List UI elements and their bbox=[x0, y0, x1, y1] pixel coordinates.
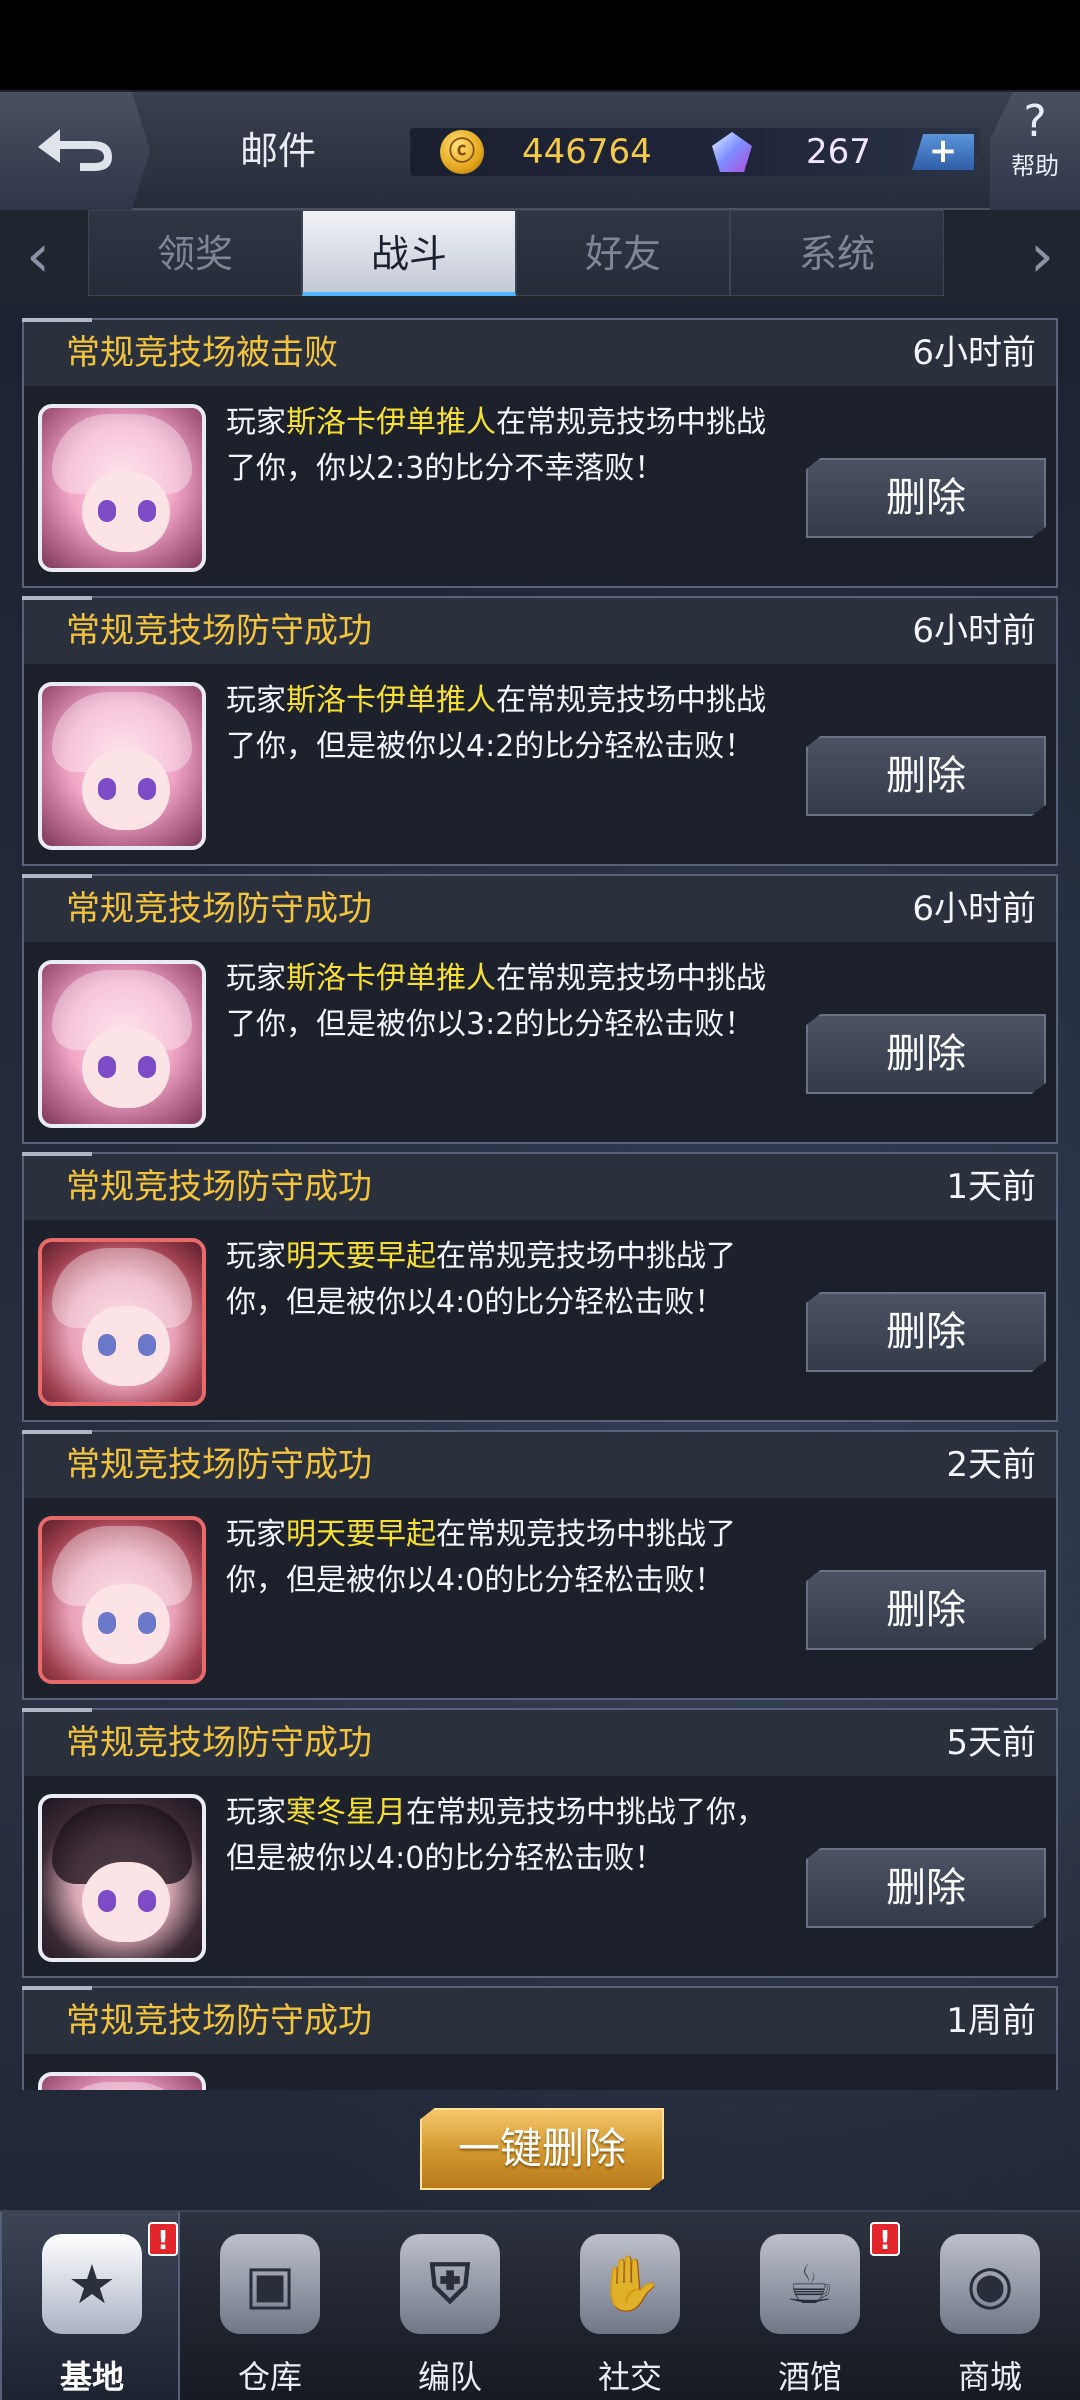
player-avatar[interactable] bbox=[38, 1238, 206, 1406]
add-gems-button[interactable]: + bbox=[912, 134, 974, 170]
message-prefix: 玩家 bbox=[226, 1795, 286, 1830]
nav-label: 编队 bbox=[417, 2358, 482, 2396]
mail-item[interactable]: 常规竞技场防守成功 5天前 玩家寒冬星月在常规竞技场中挑战了你，但是被你以4:0… bbox=[22, 1708, 1058, 1978]
message-prefix: 玩家 bbox=[226, 683, 286, 718]
mail-list[interactable]: 常规竞技场被击败 6小时前 玩家斯洛卡伊单推人在常规竞技场中挑战了你，你以2:3… bbox=[22, 318, 1058, 2090]
mail-time: 5天前 bbox=[946, 1723, 1036, 1763]
delete-button[interactable]: 删除 bbox=[806, 458, 1046, 538]
shop-icon: ◉ bbox=[940, 2234, 1040, 2334]
gem-icon bbox=[712, 132, 752, 172]
delete-all-button[interactable]: 一键删除 bbox=[420, 2108, 664, 2190]
mail-item[interactable]: 常规竞技场被击败 6小时前 玩家斯洛卡伊单推人在常规竞技场中挑战了你，你以2:3… bbox=[22, 318, 1058, 588]
nav-label: 仓库 bbox=[237, 2358, 302, 2396]
mail-title: 常规竞技场防守成功 bbox=[66, 889, 372, 929]
tavern-icon: ☕ bbox=[760, 2234, 860, 2334]
mail-item[interactable]: 常规竞技场防守成功 2天前 玩家明天要早起在常规竞技场中挑战了你，但是被你以4:… bbox=[22, 1430, 1058, 1700]
tab-rewards[interactable]: 领奖 bbox=[88, 210, 302, 296]
mail-time: 2天前 bbox=[946, 1445, 1036, 1485]
player-name: 斯洛卡伊单推人 bbox=[286, 683, 496, 718]
player-name: 明天要早起 bbox=[286, 1239, 436, 1274]
nav-warehouse[interactable]: ▣ 仓库 bbox=[180, 2212, 360, 2400]
mail-item[interactable]: 常规竞技场防守成功 6小时前 玩家斯洛卡伊单推人在常规竞技场中挑战了你，但是被你… bbox=[22, 596, 1058, 866]
nav-social[interactable]: ✋ 社交 bbox=[540, 2212, 720, 2400]
page-title: 邮件 bbox=[240, 129, 317, 173]
delete-button[interactable]: 删除 bbox=[806, 736, 1046, 816]
delete-button[interactable]: 删除 bbox=[806, 1014, 1046, 1094]
delete-button[interactable]: 删除 bbox=[806, 1848, 1046, 1928]
coin-icon: ⓒ bbox=[440, 130, 484, 174]
mail-message: 玩家寒冬星月在常规竞技场中挑战了你，但是被你以4:0的比分轻松击败！ bbox=[226, 1790, 786, 1882]
mail-message: 玩家明天要早起在常规竞技场中挑战了你，但是被你以4:0的比分轻松击败！ bbox=[226, 1234, 786, 1326]
message-prefix: 玩家 bbox=[226, 1517, 286, 1552]
mail-time: 6小时前 bbox=[912, 333, 1036, 373]
nav-formation[interactable]: ⛨ 编队 bbox=[360, 2212, 540, 2400]
handshake-icon: ✋ bbox=[580, 2234, 680, 2334]
tab-right-chevron-icon[interactable]: › bbox=[1012, 210, 1072, 302]
bottom-nav: ★ ! 基地 ▣ 仓库 ⛨ 编队 ✋ 社交 ☕ ! 酒馆 ◉ 商城 bbox=[0, 2210, 1080, 2400]
status-bar bbox=[0, 0, 1080, 92]
mail-title: 常规竞技场被击败 bbox=[66, 333, 338, 373]
player-avatar[interactable] bbox=[38, 1794, 206, 1962]
mail-item[interactable]: 常规竞技场防守成功 1天前 玩家明天要早起在常规竞技场中挑战了你，但是被你以4:… bbox=[22, 1152, 1058, 1422]
warehouse-icon: ▣ bbox=[220, 2234, 320, 2334]
player-name: 斯洛卡伊单推人 bbox=[286, 961, 496, 996]
coin-count: 446764 bbox=[522, 132, 652, 172]
mail-title: 常规竞技场防守成功 bbox=[66, 1445, 372, 1485]
mail-title: 常规竞技场防守成功 bbox=[66, 2001, 372, 2041]
mail-title: 常规竞技场防守成功 bbox=[66, 1167, 372, 1207]
currency-bar: ⓒ 446764 267 + bbox=[410, 128, 980, 176]
mail-item[interactable]: 常规竞技场防守成功 1周前 bbox=[22, 1986, 1058, 2090]
formation-icon: ⛨ bbox=[400, 2234, 500, 2334]
back-arrow-icon bbox=[38, 129, 112, 171]
mail-message: 玩家斯洛卡伊单推人在常规竞技场中挑战了你，但是被你以4:2的比分轻松击败！ bbox=[226, 678, 786, 770]
mail-message: 玩家斯洛卡伊单推人在常规竞技场中挑战了你，你以2:3的比分不幸落败！ bbox=[226, 400, 786, 492]
help-label: 帮助 bbox=[1011, 152, 1059, 180]
player-avatar[interactable] bbox=[38, 960, 206, 1128]
mail-tabs: ‹ 领奖 战斗 好友 系统 › bbox=[0, 210, 1080, 302]
mail-message: 玩家斯洛卡伊单推人在常规竞技场中挑战了你，但是被你以3:2的比分轻松击败！ bbox=[226, 956, 786, 1048]
help-button[interactable]: ? 帮助 bbox=[990, 92, 1080, 210]
player-avatar[interactable] bbox=[38, 404, 206, 572]
mail-title: 常规竞技场防守成功 bbox=[66, 611, 372, 651]
question-icon: ? bbox=[1023, 96, 1047, 147]
mail-time: 6小时前 bbox=[912, 889, 1036, 929]
player-name: 明天要早起 bbox=[286, 1517, 436, 1552]
message-prefix: 玩家 bbox=[226, 405, 286, 440]
tab-friends[interactable]: 好友 bbox=[516, 210, 730, 296]
nav-base[interactable]: ★ ! 基地 bbox=[0, 2212, 180, 2400]
back-button[interactable] bbox=[0, 92, 150, 210]
mail-time: 1天前 bbox=[946, 1167, 1036, 1207]
nav-label: 社交 bbox=[597, 2358, 662, 2396]
nav-label: 基地 bbox=[59, 2358, 124, 2396]
notification-badge: ! bbox=[870, 2222, 900, 2256]
tab-battle[interactable]: 战斗 bbox=[302, 210, 516, 296]
delete-button[interactable]: 删除 bbox=[806, 1292, 1046, 1372]
gem-count: 267 bbox=[806, 132, 871, 172]
nav-label: 酒馆 bbox=[777, 2358, 842, 2396]
mail-time: 6小时前 bbox=[912, 611, 1036, 651]
message-prefix: 玩家 bbox=[226, 1239, 286, 1274]
player-name: 斯洛卡伊单推人 bbox=[286, 405, 496, 440]
player-name: 寒冬星月 bbox=[286, 1795, 406, 1830]
nav-tavern[interactable]: ☕ ! 酒馆 bbox=[720, 2212, 900, 2400]
player-avatar[interactable] bbox=[38, 2072, 206, 2090]
notification-badge: ! bbox=[148, 2222, 178, 2256]
nav-shop[interactable]: ◉ 商城 bbox=[900, 2212, 1080, 2400]
mail-title: 常规竞技场防守成功 bbox=[66, 1723, 372, 1763]
delete-button[interactable]: 删除 bbox=[806, 1570, 1046, 1650]
mail-item[interactable]: 常规竞技场防守成功 6小时前 玩家斯洛卡伊单推人在常规竞技场中挑战了你，但是被你… bbox=[22, 874, 1058, 1144]
nav-label: 商城 bbox=[957, 2358, 1022, 2396]
base-icon: ★ bbox=[42, 2234, 142, 2334]
mail-message: 玩家明天要早起在常规竞技场中挑战了你，但是被你以4:0的比分轻松击败！ bbox=[226, 1512, 786, 1604]
mail-time: 1周前 bbox=[946, 2001, 1036, 2041]
player-avatar[interactable] bbox=[38, 682, 206, 850]
tab-left-chevron-icon[interactable]: ‹ bbox=[8, 210, 68, 302]
tab-system[interactable]: 系统 bbox=[730, 210, 944, 296]
top-bar: 邮件 ⓒ 446764 267 + ? 帮助 bbox=[0, 92, 1080, 210]
player-avatar[interactable] bbox=[38, 1516, 206, 1684]
message-prefix: 玩家 bbox=[226, 961, 286, 996]
